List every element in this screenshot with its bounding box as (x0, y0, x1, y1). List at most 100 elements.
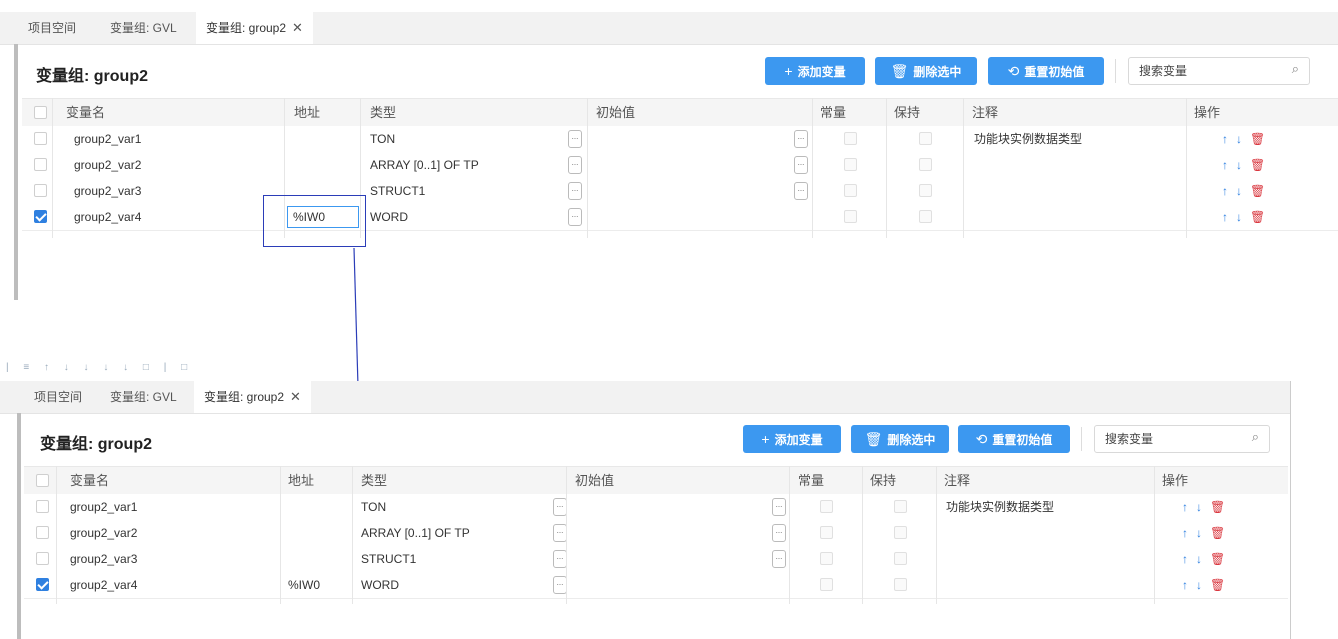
tab-bar: 项目空间 变量组: GVL 变量组: group2 ✕ (0, 381, 1290, 414)
close-icon[interactable]: ✕ (290, 389, 301, 404)
var-type[interactable]: STRUCT1 (353, 546, 416, 572)
col-comment: 注释 (944, 473, 971, 488)
move-down-icon[interactable]: ↓ (1196, 526, 1202, 540)
var-comment[interactable] (938, 572, 946, 598)
var-address[interactable] (280, 494, 288, 520)
row-checkbox[interactable] (36, 526, 49, 539)
page-title: 变量组: group2 (40, 436, 152, 453)
divider (1081, 427, 1082, 451)
row-actions: ↑ ↓ 🗑 (1182, 520, 1225, 546)
delete-row-icon[interactable]: 🗑 (1210, 526, 1225, 540)
col-divider (789, 466, 790, 604)
row-checkbox[interactable] (36, 500, 49, 513)
plus-icon: + (761, 431, 770, 447)
retain-checkbox[interactable] (894, 578, 907, 591)
button-label: 重置初始值 (992, 433, 1053, 447)
var-comment[interactable] (938, 520, 946, 546)
move-down-icon[interactable]: ↓ (1196, 578, 1202, 592)
col-divider (862, 466, 863, 604)
col-name: 变量名 (70, 473, 110, 488)
delete-selected-button[interactable]: 🗑 删除选中 (851, 425, 949, 453)
tab-group2[interactable]: 变量组: group2 ✕ (194, 381, 311, 413)
button-label: 添加变量 (774, 433, 823, 447)
undo-icon: ⟲ (975, 431, 988, 447)
type-picker-button[interactable]: ... (553, 550, 567, 568)
var-name[interactable]: group2_var2 (62, 520, 137, 546)
reset-initial-button[interactable]: ⟲ 重置初始值 (958, 425, 1070, 453)
var-name[interactable]: group2_var1 (62, 494, 137, 520)
select-all-checkbox[interactable] (36, 474, 49, 487)
tab-label: 变量组: group2 (204, 390, 285, 404)
table-row[interactable]: group2_var2 ARRAY [0..1] OF TP...... ↑ ↓ 🗑 (24, 520, 1288, 547)
constant-checkbox[interactable] (820, 578, 833, 591)
row-checkbox[interactable] (36, 578, 49, 591)
col-divider (1154, 466, 1155, 604)
var-type[interactable]: WORD (353, 572, 399, 598)
var-comment[interactable] (938, 546, 946, 572)
table-row[interactable]: group2_var4 %IW0 WORD... ↑ ↓ 🗑 (24, 572, 1288, 599)
trash-icon: 🗑 (864, 431, 883, 447)
table-row[interactable]: group2_var1 TON...... 功能块实例数据类型 ↑ ↓ 🗑 (24, 494, 1288, 521)
col-address: 地址 (288, 473, 315, 488)
tab-label: 变量组: GVL (110, 390, 177, 404)
delete-row-icon[interactable]: 🗑 (1210, 552, 1225, 566)
type-picker-button[interactable]: ... (553, 524, 567, 542)
variable-table: 变量名 地址 类型 初始值 常量 保持 注释 操作 group2_var1 TON… (24, 466, 1288, 604)
button-label: 删除选中 (887, 433, 936, 447)
initial-value-button[interactable]: ... (772, 498, 786, 516)
col-divider (566, 466, 567, 604)
row-actions: ↑ ↓ 🗑 (1182, 494, 1225, 520)
delete-row-icon[interactable]: 🗑 (1210, 578, 1225, 592)
row-actions: ↑ ↓ 🗑 (1182, 572, 1225, 598)
move-up-icon[interactable]: ↑ (1182, 526, 1188, 540)
var-name[interactable]: group2_var3 (62, 546, 137, 572)
panel-edge (1290, 381, 1291, 639)
col-divider (936, 466, 937, 604)
move-up-icon[interactable]: ↑ (1182, 552, 1188, 566)
col-divider (352, 466, 353, 604)
col-type: 类型 (361, 473, 388, 488)
search-input[interactable] (1105, 431, 1225, 447)
var-comment[interactable]: 功能块实例数据类型 (938, 494, 1054, 520)
constant-checkbox[interactable] (820, 500, 833, 513)
col-actions: 操作 (1162, 473, 1189, 488)
constant-checkbox[interactable] (820, 552, 833, 565)
initial-value-button[interactable]: ... (772, 524, 786, 542)
initial-value-button[interactable]: ... (772, 550, 786, 568)
bottom-panel: 项目空间 变量组: GVL 变量组: group2 ✕ 变量组: group2 +… (0, 381, 1300, 639)
var-address[interactable] (280, 546, 288, 572)
row-checkbox[interactable] (36, 552, 49, 565)
col-divider (56, 466, 57, 604)
tab-project-space[interactable]: 项目空间 (24, 381, 92, 413)
tab-gvl[interactable]: 变量组: GVL (100, 381, 187, 413)
var-type[interactable]: ARRAY [0..1] OF TP (353, 520, 470, 546)
col-constant: 常量 (798, 473, 825, 488)
type-picker-button[interactable]: ... (553, 576, 567, 594)
retain-checkbox[interactable] (894, 552, 907, 565)
col-initial: 初始值 (575, 473, 615, 488)
left-border (17, 413, 21, 639)
type-picker-button[interactable]: ... (553, 498, 567, 516)
toolbar-fragment: | ≡ ↑ ↓ ↓ ↓ ↓ □ | □ (6, 362, 194, 373)
add-variable-button[interactable]: + 添加变量 (743, 425, 841, 453)
search-box[interactable]: ⌕ (1094, 425, 1270, 453)
row-actions: ↑ ↓ 🗑 (1182, 546, 1225, 572)
var-name[interactable]: group2_var4 (62, 572, 137, 598)
delete-row-icon[interactable]: 🗑 (1210, 500, 1225, 514)
col-divider (280, 466, 281, 604)
move-up-icon[interactable]: ↑ (1182, 500, 1188, 514)
move-down-icon[interactable]: ↓ (1196, 500, 1202, 514)
retain-checkbox[interactable] (894, 526, 907, 539)
search-icon[interactable]: ⌕ (1252, 429, 1259, 445)
retain-checkbox[interactable] (894, 500, 907, 513)
tab-label: 项目空间 (34, 390, 83, 404)
col-retain: 保持 (870, 473, 897, 488)
var-address[interactable] (280, 520, 288, 546)
var-address[interactable]: %IW0 (280, 572, 320, 598)
constant-checkbox[interactable] (820, 526, 833, 539)
table-header: 变量名 地址 类型 初始值 常量 保持 注释 操作 (24, 466, 1288, 495)
move-down-icon[interactable]: ↓ (1196, 552, 1202, 566)
move-up-icon[interactable]: ↑ (1182, 578, 1188, 592)
var-type[interactable]: TON (353, 494, 386, 520)
table-row[interactable]: group2_var3 STRUCT1...... ↑ ↓ 🗑 (24, 546, 1288, 573)
